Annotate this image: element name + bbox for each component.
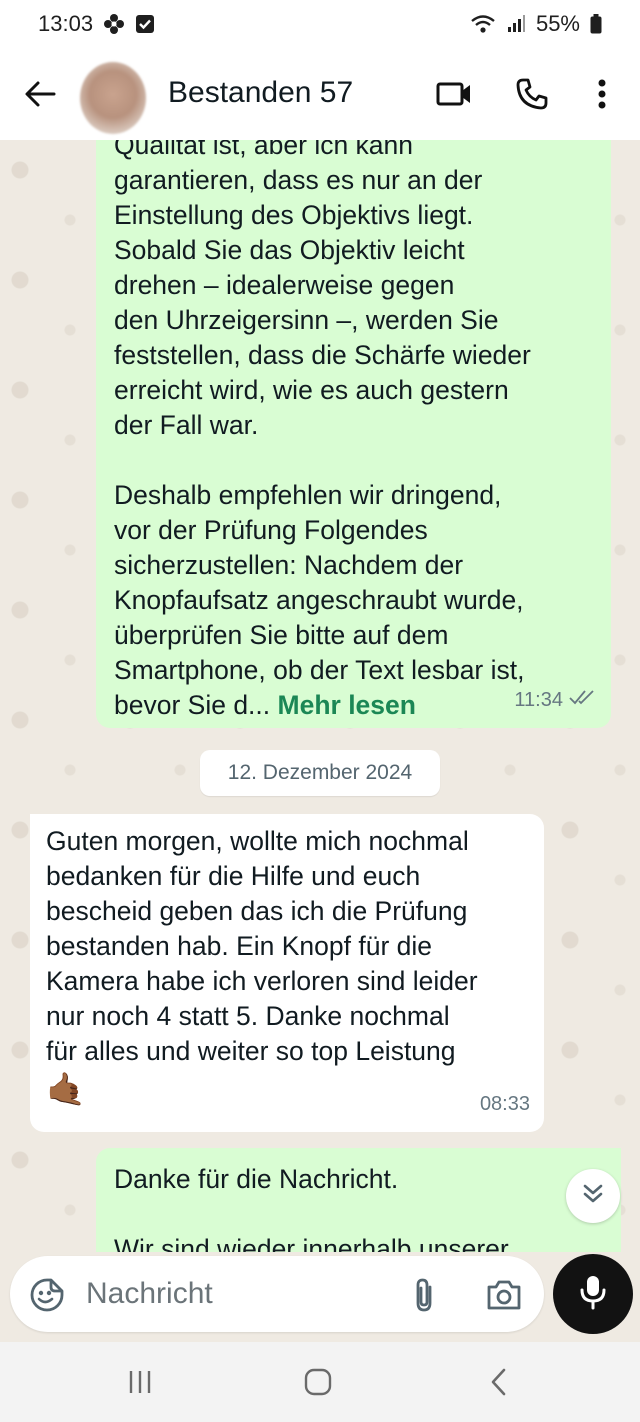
back-arrow-icon[interactable] xyxy=(22,76,58,112)
message-text: Guten morgen, wollte mich nochmal bedank… xyxy=(46,826,478,1066)
status-right: 55% xyxy=(470,11,602,37)
camera-icon[interactable] xyxy=(484,1276,524,1314)
message-text-cut: Qualität ist, aber ich kann xyxy=(114,140,414,160)
status-left: 13:03 xyxy=(38,11,155,37)
chat-area[interactable]: Qualität ist, aber ich kann garantieren,… xyxy=(0,140,640,1252)
avatar[interactable] xyxy=(80,62,146,134)
date-divider: 12. Dezember 2024 xyxy=(200,750,440,796)
message-text-cut: Wir sind wieder innerhalb unserer xyxy=(114,1234,509,1252)
signal-icon xyxy=(506,14,526,34)
scroll-to-bottom-button[interactable] xyxy=(566,1169,620,1223)
double-chevron-down-icon xyxy=(582,1183,604,1210)
message-outgoing[interactable]: Danke für die Nachricht. Wir sind wieder… xyxy=(96,1148,621,1252)
home-icon[interactable] xyxy=(298,1364,338,1400)
message-time: 08:33 xyxy=(479,1093,530,1115)
emoji-sticker-icon[interactable] xyxy=(28,1276,66,1314)
double-check-icon xyxy=(569,683,597,718)
battery-icon xyxy=(590,14,602,34)
call-me-hand-emoji: 🤙🏾 xyxy=(46,1071,86,1107)
system-nav-bar xyxy=(0,1342,640,1422)
microphone-button[interactable] xyxy=(553,1254,633,1334)
message-body: garantieren, dass es nur an der Einstell… xyxy=(114,165,531,720)
wifi-icon xyxy=(470,14,496,34)
chat-header: Bestanden 57 xyxy=(0,48,640,140)
message-outgoing[interactable]: Qualität ist, aber ich kann garantieren,… xyxy=(96,140,611,728)
message-time: 11:34 xyxy=(514,689,563,711)
checkbox-icon xyxy=(135,14,155,34)
back-icon[interactable] xyxy=(478,1364,518,1400)
message-input[interactable] xyxy=(86,1274,386,1314)
message-text: garantieren, dass es nur an der Einstell… xyxy=(114,163,593,723)
message-composer xyxy=(10,1256,544,1332)
phone-icon[interactable] xyxy=(512,76,552,112)
recent-apps-icon[interactable] xyxy=(120,1364,160,1400)
flower-icon xyxy=(103,13,125,35)
status-time: 13:03 xyxy=(38,11,94,36)
microphone-icon xyxy=(578,1274,608,1315)
message-text: Danke für die Nachricht. xyxy=(114,1164,399,1194)
read-more-link[interactable]: Mehr lesen xyxy=(278,690,416,720)
video-call-icon[interactable] xyxy=(434,76,474,112)
paperclip-icon[interactable] xyxy=(406,1276,442,1314)
chat-title[interactable]: Bestanden 57 xyxy=(168,76,353,110)
message-incoming[interactable]: Guten morgen, wollte mich nochmal bedank… xyxy=(30,814,544,1132)
battery-percent: 55% xyxy=(535,11,580,36)
status-bar: 13:03 55% xyxy=(0,0,640,48)
message-meta: 11:34 xyxy=(514,683,597,718)
more-vert-icon[interactable] xyxy=(582,76,622,112)
message-meta: 08:33 xyxy=(480,1087,530,1122)
